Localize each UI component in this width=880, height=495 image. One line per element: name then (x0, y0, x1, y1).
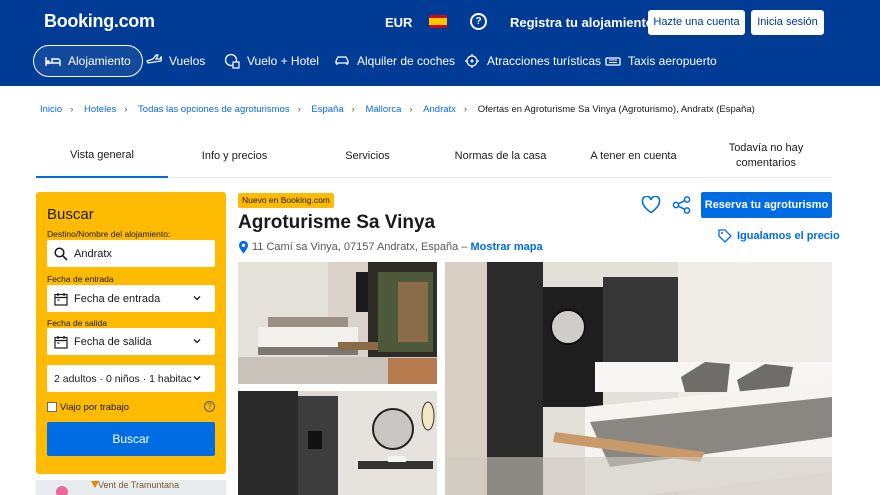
map-preview[interactable]: Vent de Tramuntana (36, 480, 226, 495)
property-main-photo[interactable] (445, 262, 832, 495)
property-tabs: Vista general Info y precios Servicios N… (36, 134, 832, 178)
currency-selector[interactable]: EUR (385, 15, 412, 30)
spain-flag-icon[interactable] (429, 15, 447, 28)
checkin-field[interactable]: Fecha de entrada (47, 285, 215, 312)
nav-flights[interactable]: Vuelos (146, 45, 205, 77)
calendar-icon (54, 292, 68, 306)
show-map-link[interactable]: Mostrar mapa (470, 241, 542, 253)
nav-label: Vuelos (169, 54, 206, 68)
main-nav: Alojamiento Vuelos Vuelo + Hotel Alquile… (0, 45, 880, 77)
share-icon[interactable] (672, 196, 692, 214)
work-trip-label[interactable]: Viajo por trabajo (60, 402, 129, 413)
breadcrumb: Inicio › Hoteles › Todas las opciones de a… (40, 104, 755, 115)
search-button[interactable]: Buscar (47, 422, 215, 456)
login-button[interactable]: Inicia sesión (751, 10, 824, 35)
nav-label: Taxis aeropuerto (628, 54, 717, 68)
tab-info-prices[interactable]: Info y precios (168, 134, 301, 178)
guests-value: 2 adultos · 0 niños · 1 habitación (54, 372, 194, 385)
breadcrumb-link[interactable]: Andratx (423, 104, 456, 115)
plane-hotel-icon (224, 53, 240, 69)
breadcrumb-link[interactable]: Inicio (40, 104, 62, 115)
property-photo[interactable] (238, 391, 437, 495)
new-badge: Nuevo en Booking.com (238, 193, 334, 208)
nav-label: Vuelo + Hotel (247, 54, 319, 68)
breadcrumb-link[interactable]: Hoteles (84, 104, 116, 115)
map-pin-icon (56, 486, 68, 495)
bed-icon (45, 57, 61, 66)
tab-overview[interactable]: Vista general (36, 134, 168, 178)
property-photo[interactable] (238, 262, 437, 384)
search-icon (54, 246, 68, 261)
property-address: 11 Camí sa Vinya, 07157 Andratx, España … (238, 240, 543, 254)
plane-icon (146, 54, 162, 64)
chevron-down-icon (193, 339, 201, 344)
guests-selector[interactable]: 2 adultos · 0 niños · 1 habitación (47, 365, 215, 392)
taxi-icon (605, 57, 621, 66)
heart-icon[interactable] (641, 196, 661, 214)
price-match-label: Igualamos el precio (737, 230, 840, 242)
property-title: Agroturisme Sa Vinya (238, 212, 436, 233)
breadcrumb-current: Ofertas en Agroturisme Sa Vinya (Agrotur… (477, 104, 755, 115)
site-header: Booking.com EUR ? Registra tu alojamient… (0, 0, 880, 86)
create-account-button[interactable]: Hazte una cuenta (648, 10, 745, 35)
nav-stays[interactable]: Alojamiento (33, 45, 143, 77)
checkout-value: Fecha de salida (74, 335, 152, 348)
tab-reviews[interactable]: Todavía no hay comentarios (708, 134, 824, 178)
address-text: 11 Camí sa Vinya, 07157 Andratx, España … (252, 241, 468, 253)
attractions-icon (465, 54, 479, 68)
register-property-link[interactable]: Registra tu alojamiento (510, 15, 654, 30)
nav-label: Atracciones turísticas (487, 54, 602, 68)
price-match-link[interactable]: Igualamos el precio (718, 229, 840, 243)
nav-car-rental[interactable]: Alquiler de coches (334, 45, 455, 77)
tab-fine-print[interactable]: A tener en cuenta (567, 134, 700, 178)
car-icon (335, 56, 349, 65)
location-pin-icon (239, 240, 248, 254)
search-panel: Buscar Destino/Nombre del alojamiento: A… (36, 192, 226, 474)
checkin-value: Fecha de entrada (74, 292, 161, 305)
reserve-button[interactable]: Reserva tu agroturismo (701, 192, 832, 218)
info-icon[interactable]: ? (204, 401, 215, 412)
destination-input[interactable]: Andratx (47, 240, 215, 267)
nav-label: Alojamiento (68, 54, 131, 68)
checkout-field[interactable]: Fecha de salida (47, 328, 215, 355)
nav-attractions[interactable]: Atracciones turísticas (464, 45, 601, 77)
search-title: Buscar (47, 206, 94, 223)
nav-airport-taxis[interactable]: Taxis aeropuerto (605, 45, 717, 77)
destination-value: Andratx (74, 247, 112, 260)
help-icon[interactable]: ? (470, 13, 487, 30)
tab-house-rules[interactable]: Normas de la casa (434, 134, 567, 178)
map-label: Vent de Tramuntana (98, 480, 180, 490)
breadcrumb-link[interactable]: Mallorca (365, 104, 401, 115)
tab-facilities[interactable]: Servicios (301, 134, 434, 178)
breadcrumb-link[interactable]: Todas las opciones de agroturismos (138, 104, 290, 115)
nav-label: Alquiler de coches (357, 54, 456, 68)
checkin-label: Fecha de entrada (47, 274, 114, 284)
chevron-down-icon (192, 373, 202, 383)
price-tag-icon (718, 229, 732, 243)
booking-logo[interactable]: Booking.com (44, 11, 155, 32)
breadcrumb-link[interactable]: España (311, 104, 343, 115)
destination-label: Destino/Nombre del alojamiento: (47, 229, 171, 239)
calendar-icon (54, 335, 68, 349)
nav-flight-hotel[interactable]: Vuelo + Hotel (224, 45, 319, 77)
checkout-label: Fecha de salida (47, 318, 108, 328)
chevron-down-icon (193, 296, 201, 301)
work-trip-checkbox[interactable] (47, 402, 57, 412)
